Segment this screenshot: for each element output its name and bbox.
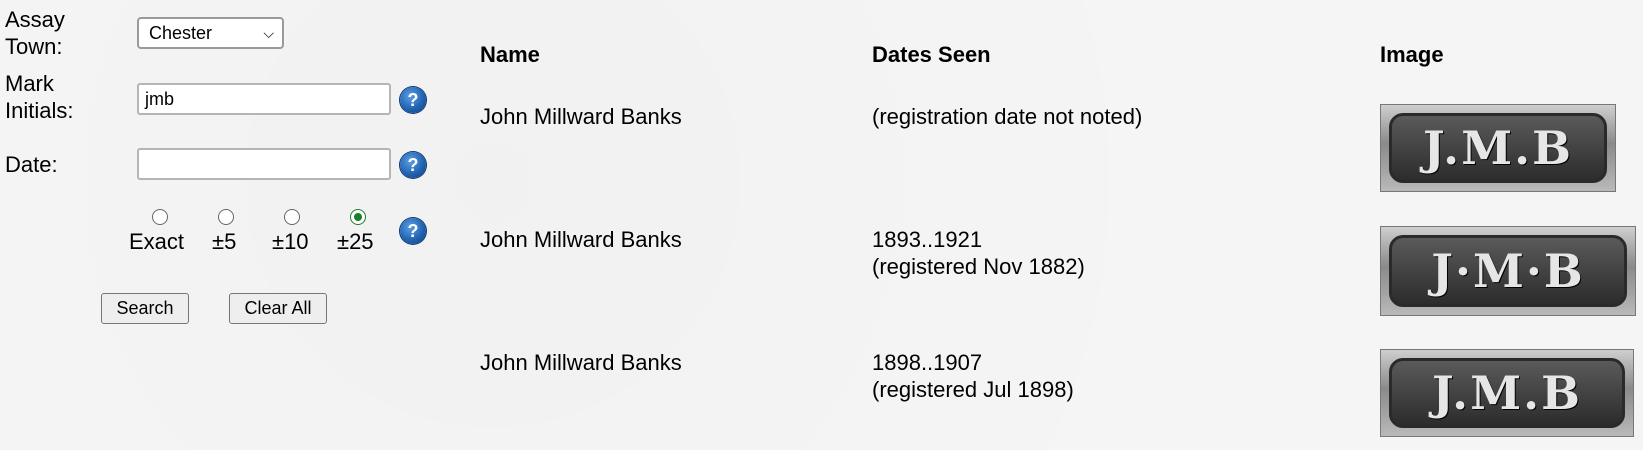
- column-header-image: Image: [1380, 42, 1444, 67]
- maker-mark-punch: J.M.B: [1389, 113, 1607, 183]
- column-header-name: Name: [480, 42, 540, 67]
- date-input[interactable]: [137, 148, 391, 180]
- mark-initials-label: Mark Initials:: [5, 71, 74, 123]
- clear-all-button[interactable]: Clear All: [229, 293, 327, 324]
- maker-mark-text: J.M.B: [1422, 121, 1574, 175]
- help-question-icon[interactable]: ?: [400, 152, 426, 178]
- maker-mark-text: J·M·B: [1431, 244, 1585, 298]
- tolerance-radio-25[interactable]: [350, 209, 366, 225]
- maker-mark-punch: J.M.B: [1389, 358, 1625, 428]
- result-name: John Millward Banks: [480, 227, 682, 252]
- maker-mark-image[interactable]: J·M·B: [1380, 226, 1636, 316]
- maker-mark-image[interactable]: J.M.B: [1380, 104, 1616, 192]
- result-dates-line: 1893..1921: [872, 227, 983, 252]
- mark-initials-input[interactable]: jmb: [137, 83, 391, 115]
- result-dates: (registration date not noted): [872, 103, 1142, 130]
- result-dates-line: (registered Nov 1882): [872, 254, 1085, 279]
- result-dates-line: (registration date not noted): [872, 104, 1143, 129]
- tolerance-radio-5[interactable]: [218, 209, 234, 225]
- result-dates: 1898..1907 (registered Jul 1898): [872, 349, 1074, 403]
- column-header-dates: Dates Seen: [872, 42, 991, 67]
- help-question-icon[interactable]: ?: [400, 218, 426, 244]
- help-question-icon[interactable]: ?: [400, 87, 426, 113]
- tolerance-label-10: ±10: [272, 229, 309, 254]
- tolerance-label-25: ±25: [337, 229, 374, 254]
- result-name: John Millward Banks: [480, 104, 682, 129]
- tolerance-radio-10[interactable]: [284, 209, 300, 225]
- maker-mark-text: J.M.B: [1431, 366, 1583, 420]
- search-button[interactable]: Search: [101, 293, 189, 324]
- tolerance-label-5: ±5: [212, 229, 237, 254]
- result-dates-line: (registered Jul 1898): [872, 377, 1074, 402]
- tolerance-label-exact: Exact: [129, 229, 185, 254]
- result-name: John Millward Banks: [480, 350, 682, 375]
- maker-mark-punch: J·M·B: [1389, 235, 1627, 307]
- maker-mark-image[interactable]: J.M.B: [1380, 349, 1634, 437]
- result-dates-line: 1898..1907: [872, 350, 983, 375]
- chevron-down-icon: ⌵: [263, 25, 274, 41]
- assay-town-label: Assay Town:: [5, 7, 65, 59]
- date-label: Date:: [5, 152, 58, 177]
- assay-town-value: Chester: [149, 23, 213, 43]
- result-dates: 1893..1921 (registered Nov 1882): [872, 226, 1085, 280]
- assay-town-select[interactable]: Chester ⌵: [137, 17, 284, 49]
- tolerance-radio-exact[interactable]: [152, 209, 168, 225]
